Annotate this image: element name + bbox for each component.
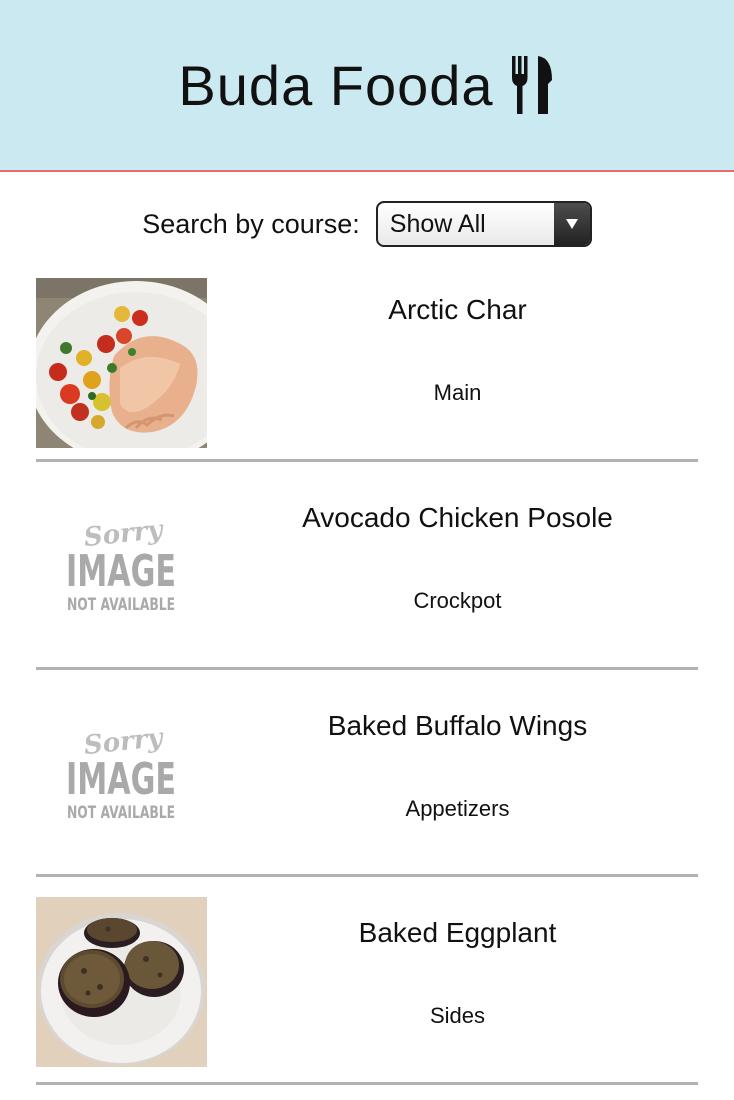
recipe-text: Baked Buffalo Wings Appetizers <box>207 670 698 822</box>
recipe-name[interactable]: Arctic Char <box>388 294 526 326</box>
recipe-image[interactable]: Sorry IMAGE NOT AVAILABLE <box>36 689 207 860</box>
not-available-text: NOT AVAILABLE <box>67 595 175 615</box>
search-label: Search by course: <box>142 208 360 239</box>
search-bar: Search by course: Show All <box>0 172 734 276</box>
recipe-text: Arctic Char Main <box>207 276 698 406</box>
recipe-item[interactable]: Sorry IMAGE NOT AVAILABLE Avocado Chicke… <box>36 462 698 670</box>
not-available-text: NOT AVAILABLE <box>67 803 175 823</box>
recipe-item[interactable]: Baked Eggplant Sides <box>36 877 698 1085</box>
image-text: IMAGE <box>66 754 176 805</box>
recipe-course: Main <box>433 380 482 405</box>
recipe-course: Sides <box>429 1003 486 1028</box>
course-select-arrow[interactable] <box>553 203 590 245</box>
recipe-image[interactable] <box>36 278 207 448</box>
recipe-text: Baked Eggplant Sides <box>207 877 698 1029</box>
recipe-course: Crockpot <box>413 588 502 613</box>
image-not-available-icon: Sorry IMAGE NOT AVAILABLE <box>36 482 207 652</box>
image-not-available-icon: Sorry IMAGE NOT AVAILABLE <box>36 689 207 860</box>
recipe-item[interactable]: Arctic Char Main <box>36 276 698 462</box>
recipe-image[interactable] <box>36 897 207 1067</box>
recipe-name[interactable]: Baked Eggplant <box>359 917 557 949</box>
eggplant-photo <box>36 897 207 1067</box>
course-select[interactable]: Show All <box>375 201 592 247</box>
recipe-item[interactable]: Sorry IMAGE NOT AVAILABLE Baked Buffalo … <box>36 670 698 877</box>
chevron-down-icon <box>565 219 578 229</box>
image-text: IMAGE <box>66 546 176 597</box>
recipe-list: Arctic Char Main Sorry IMAGE NOT AVAILAB… <box>0 276 734 1085</box>
site-header: Buda Fooda <box>0 0 734 172</box>
site-title-text: Buda Fooda <box>178 53 494 117</box>
recipe-text: Avocado Chicken Posole Crockpot <box>207 462 698 614</box>
recipe-image[interactable]: Sorry IMAGE NOT AVAILABLE <box>36 482 207 652</box>
recipe-name[interactable]: Avocado Chicken Posole <box>302 502 613 534</box>
utensils-icon <box>510 56 556 114</box>
course-select-value: Show All <box>389 209 486 238</box>
salmon-photo <box>36 278 207 448</box>
site-title[interactable]: Buda Fooda <box>178 53 555 118</box>
recipe-course: Appetizers <box>405 795 510 821</box>
recipe-name[interactable]: Baked Buffalo Wings <box>328 710 587 742</box>
